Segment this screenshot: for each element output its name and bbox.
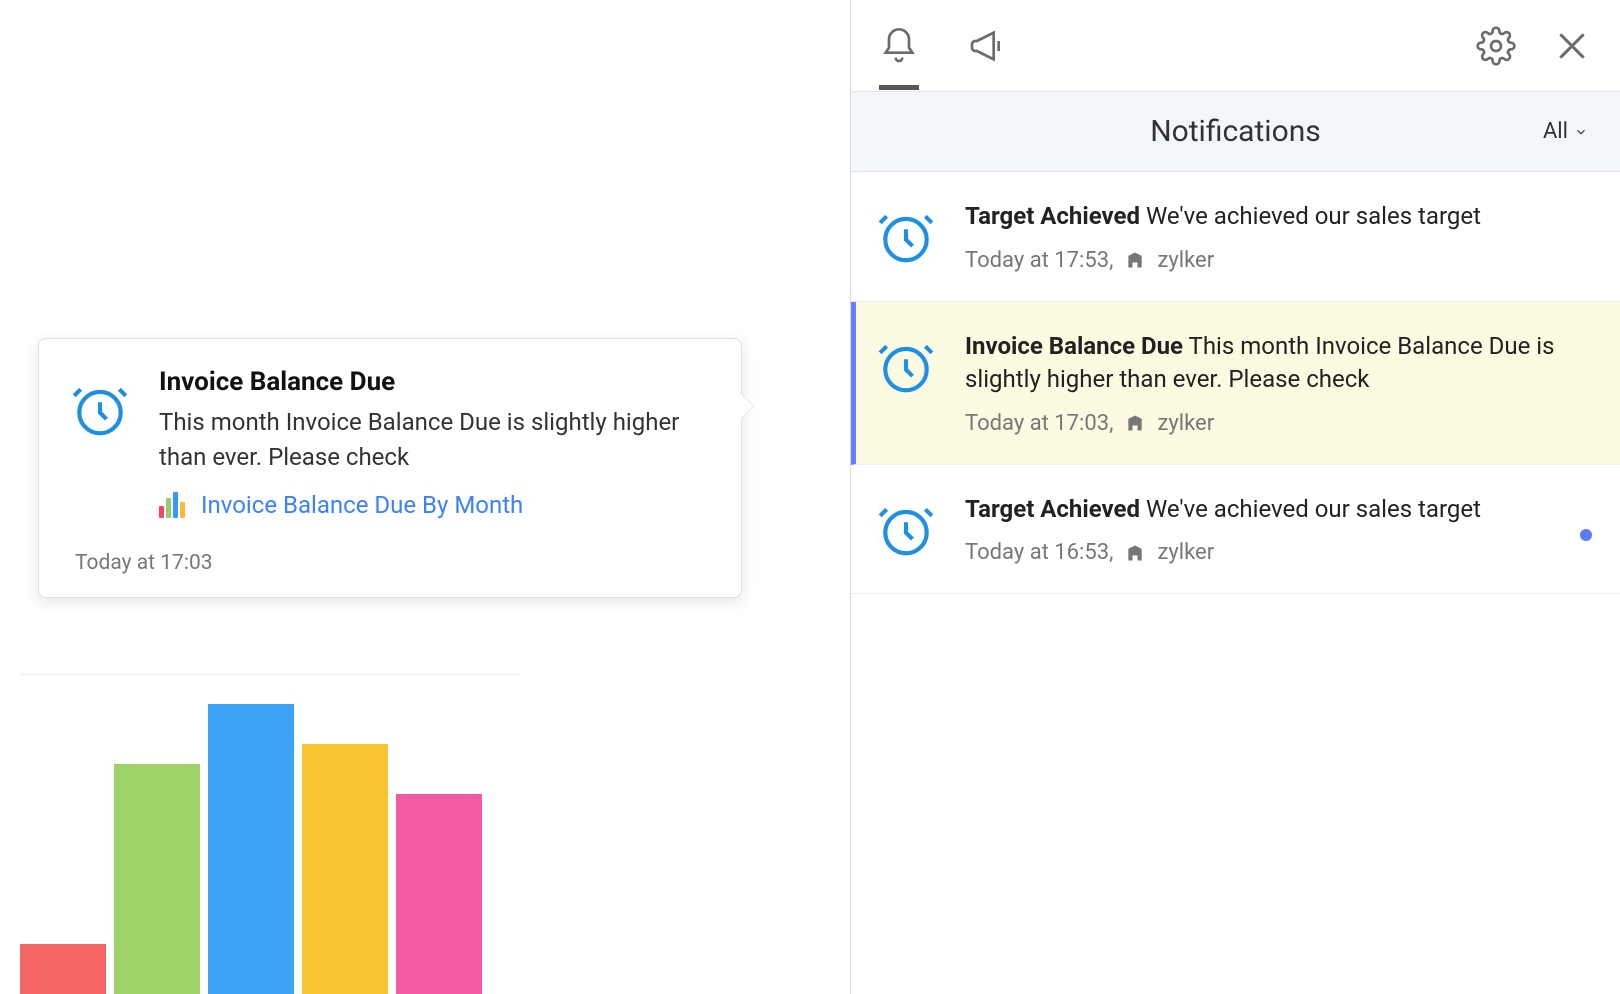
panel-title: Notifications bbox=[1150, 114, 1321, 149]
notification-meta: Today at 17:03, zylker bbox=[965, 411, 1588, 436]
bell-icon[interactable] bbox=[879, 26, 919, 66]
chart-bar bbox=[302, 744, 388, 994]
popup-report-link[interactable]: Invoice Balance Due By Month bbox=[201, 491, 523, 519]
alarm-clock-icon bbox=[875, 336, 937, 398]
notification-timestamp: Today at 17:53, bbox=[965, 248, 1113, 273]
chart-bar bbox=[114, 764, 200, 994]
notification-body: Target Achieved We've achieved our sales… bbox=[965, 493, 1588, 566]
popup-description: This month Invoice Balance Due is slight… bbox=[159, 405, 711, 475]
notification-item[interactable]: Target Achieved We've achieved our sales… bbox=[851, 172, 1620, 302]
popup-timestamp: Today at 17:03 bbox=[75, 551, 711, 575]
notification-body: Invoice Balance Due This month Invoice B… bbox=[965, 330, 1588, 436]
chart-bar bbox=[208, 704, 294, 994]
notification-item[interactable]: Invoice Balance Due This month Invoice B… bbox=[851, 302, 1620, 465]
alarm-clock-icon bbox=[69, 379, 131, 441]
alarm-clock-icon bbox=[875, 499, 937, 561]
notification-text: Target Achieved We've achieved our sales… bbox=[965, 493, 1588, 527]
invoice-bar-chart bbox=[20, 674, 520, 994]
notification-body: Target Achieved We've achieved our sales… bbox=[965, 200, 1588, 273]
chart-bar bbox=[20, 944, 106, 994]
notification-text: Target Achieved We've achieved our sales… bbox=[965, 200, 1588, 234]
notification-org: zylker bbox=[1157, 411, 1214, 436]
building-icon bbox=[1125, 543, 1145, 563]
building-icon bbox=[1125, 250, 1145, 270]
popup-title: Invoice Balance Due bbox=[159, 367, 711, 397]
main-content-area: Invoice Balance Due This month Invoice B… bbox=[0, 0, 760, 994]
notifications-panel: Notifications All Target Achieved We've … bbox=[850, 0, 1620, 994]
notification-text: Invoice Balance Due This month Invoice B… bbox=[965, 330, 1588, 397]
chevron-down-icon bbox=[1574, 125, 1588, 139]
unread-indicator-icon bbox=[1580, 529, 1592, 541]
bar-chart-icon bbox=[159, 492, 187, 518]
megaphone-icon[interactable] bbox=[967, 26, 1007, 66]
close-icon[interactable] bbox=[1552, 26, 1592, 66]
notification-item[interactable]: Target Achieved We've achieved our sales… bbox=[851, 465, 1620, 595]
gear-icon[interactable] bbox=[1476, 26, 1516, 66]
notification-meta: Today at 16:53, zylker bbox=[965, 540, 1588, 565]
notification-org: zylker bbox=[1157, 248, 1214, 273]
panel-toolbar bbox=[851, 0, 1620, 92]
notification-org: zylker bbox=[1157, 540, 1214, 565]
alert-popup-card: Invoice Balance Due This month Invoice B… bbox=[38, 338, 742, 598]
notification-meta: Today at 17:53, zylker bbox=[965, 248, 1588, 273]
building-icon bbox=[1125, 413, 1145, 433]
filter-label: All bbox=[1543, 119, 1568, 144]
notifications-list: Target Achieved We've achieved our sales… bbox=[851, 172, 1620, 594]
notification-timestamp: Today at 17:03, bbox=[965, 411, 1113, 436]
panel-subheader: Notifications All bbox=[851, 92, 1620, 172]
filter-dropdown[interactable]: All bbox=[1543, 119, 1588, 144]
alarm-clock-icon bbox=[875, 206, 937, 268]
notification-timestamp: Today at 16:53, bbox=[965, 540, 1113, 565]
chart-bar bbox=[396, 794, 482, 994]
